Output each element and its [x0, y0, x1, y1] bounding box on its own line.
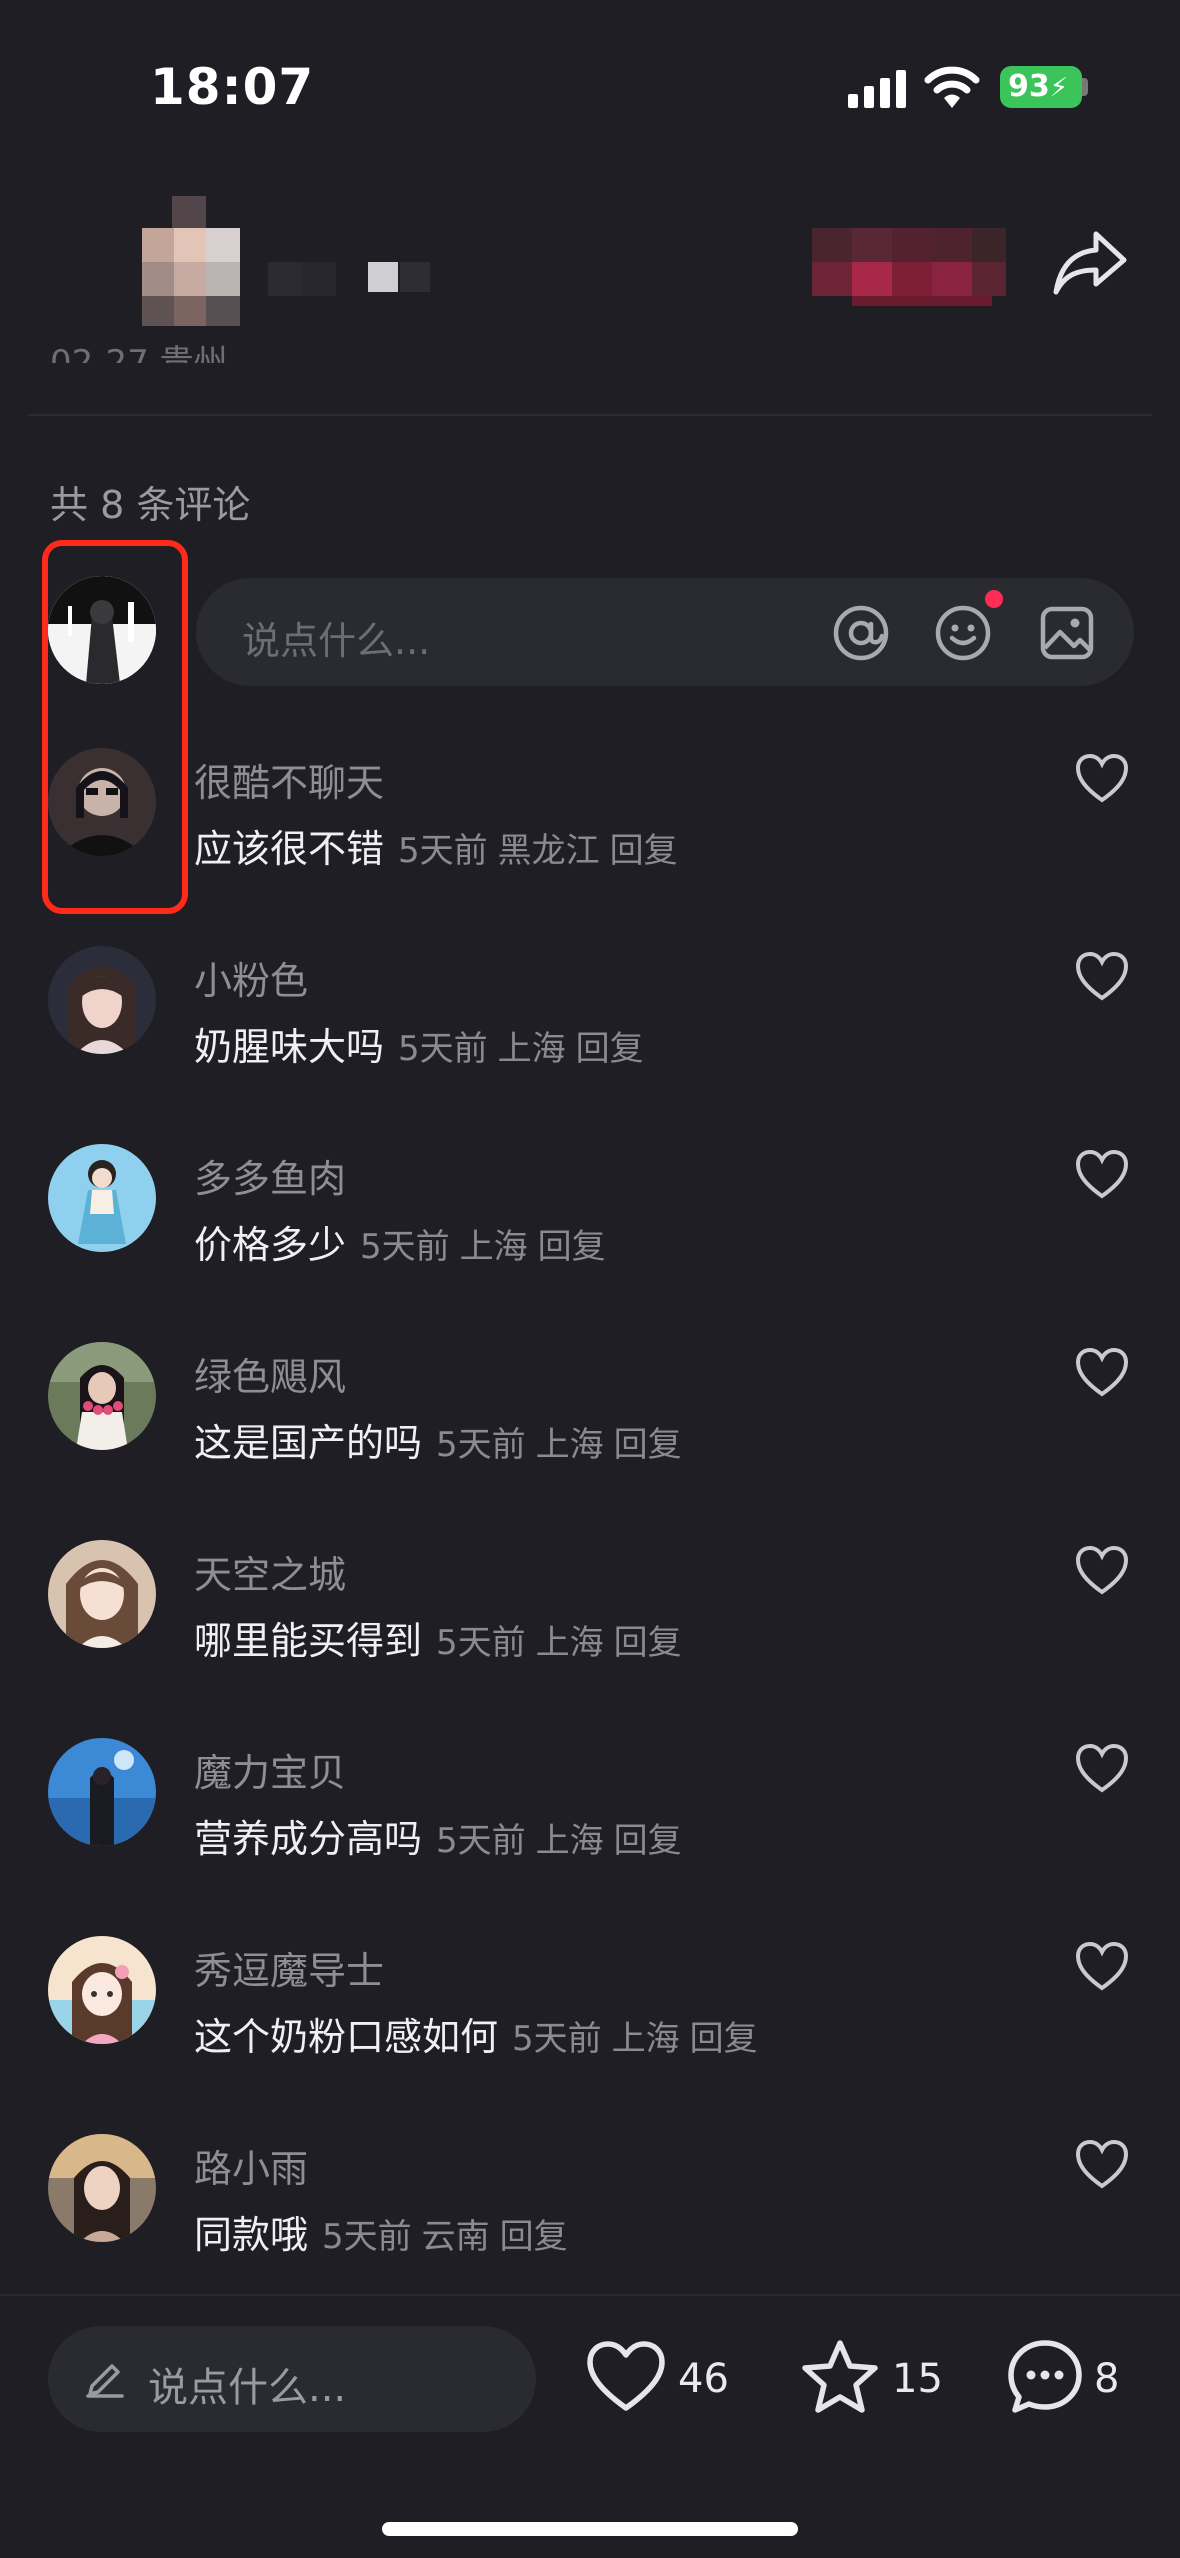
battery-level: 93	[1008, 69, 1050, 104]
comment-text: 哪里能买得到	[194, 1619, 423, 1663]
commenter-name[interactable]: 很酷不聊天	[194, 752, 384, 807]
comment-location: 上海	[535, 1425, 604, 1465]
comment-time: 5天前	[360, 1227, 450, 1267]
heart-icon[interactable]	[1074, 1148, 1130, 1200]
reply-button[interactable]: 回复	[614, 1425, 682, 1465]
emoji-notification-dot	[985, 590, 1003, 608]
comment-text: 价格多少	[194, 1223, 347, 1267]
comment-time: 5天前	[322, 2217, 412, 2257]
reply-button[interactable]: 回复	[614, 1623, 682, 1663]
heart-icon[interactable]	[1074, 1742, 1130, 1794]
commenter-name[interactable]: 小粉色	[194, 950, 308, 1005]
comment-text: 同款哦	[194, 2213, 309, 2257]
comment-body: 应该很不错 5天前 黑龙江 回复	[194, 818, 688, 873]
heart-icon[interactable]	[1074, 1544, 1130, 1596]
reply-button[interactable]: 回复	[690, 2019, 758, 2059]
star-icon[interactable]	[800, 2338, 880, 2416]
share-icon[interactable]	[1052, 228, 1128, 298]
comment-location: 上海	[535, 1623, 604, 1663]
heart-icon[interactable]	[1074, 950, 1130, 1002]
comment-text: 营养成分高吗	[194, 1817, 423, 1861]
comment-location: 黑龙江	[497, 831, 600, 871]
commenter-name[interactable]: 多多鱼肉	[194, 1148, 346, 1203]
commenter-name[interactable]: 绿色飓风	[194, 1346, 346, 1401]
bottom-input-placeholder: 说点什么...	[148, 2365, 347, 2411]
status-time: 18:07	[150, 58, 315, 116]
comment-body: 价格多少 5天前 上海 回复	[194, 1214, 616, 1269]
section-divider	[28, 414, 1152, 416]
comment-time: 5天前	[398, 1029, 488, 1069]
wifi-icon	[924, 66, 980, 108]
avatar-highlight-annotation	[42, 540, 188, 914]
commenter-avatar[interactable]	[48, 1342, 156, 1450]
comment-bubble-icon[interactable]	[1006, 2338, 1084, 2416]
battery-cap	[1082, 78, 1088, 96]
bottom-bar-divider	[0, 2294, 1180, 2296]
commenter-name[interactable]: 魔力宝贝	[194, 1742, 346, 1797]
heart-icon[interactable]	[1074, 1346, 1130, 1398]
comment-time: 5天前	[436, 1623, 526, 1663]
comment-text: 这个奶粉口感如何	[194, 2015, 499, 2059]
commenter-name[interactable]: 秀逗魔导士	[194, 1940, 384, 1995]
comment-location: 上海	[497, 1029, 566, 1069]
commenter-avatar[interactable]	[48, 946, 156, 1054]
image-icon[interactable]	[1038, 604, 1096, 662]
cellular-signal-icon	[848, 70, 906, 108]
comment-location: 上海	[535, 1821, 604, 1861]
reply-button[interactable]: 回复	[576, 1029, 644, 1069]
comment-text: 这是国产的吗	[194, 1421, 423, 1465]
at-icon[interactable]	[832, 604, 890, 662]
comment-count: 共 8 条评论	[50, 483, 251, 527]
comment-location: 上海	[611, 2019, 680, 2059]
pencil-icon	[86, 2364, 124, 2398]
reply-button[interactable]: 回复	[500, 2217, 568, 2257]
post-date-location: 02-27 贵州	[50, 343, 228, 375]
like-heart-icon[interactable]	[586, 2340, 666, 2414]
comment-body: 营养成分高吗 5天前 上海 回复	[194, 1808, 692, 1863]
commenter-avatar[interactable]	[48, 2134, 156, 2242]
comment-body: 奶腥味大吗 5天前 上海 回复	[194, 1016, 654, 1071]
comment-text: 奶腥味大吗	[194, 1025, 385, 1069]
comment-time: 5天前	[512, 2019, 602, 2059]
charging-icon: ⚡	[1049, 73, 1069, 103]
comment-body: 哪里能买得到 5天前 上海 回复	[194, 1610, 692, 1665]
commenter-avatar[interactable]	[48, 748, 156, 856]
commenter-avatar[interactable]	[48, 1936, 156, 2044]
like-count[interactable]: 46	[678, 2356, 729, 2402]
comment-count-bottom[interactable]: 8	[1094, 2356, 1119, 2402]
commenter-name[interactable]: 路小雨	[194, 2138, 308, 2193]
comment-time: 5天前	[436, 1425, 526, 1465]
commenter-avatar[interactable]	[48, 1144, 156, 1252]
commenter-name[interactable]: 天空之城	[194, 1544, 346, 1599]
heart-icon[interactable]	[1074, 1940, 1130, 1992]
comment-body: 这是国产的吗 5天前 上海 回复	[194, 1412, 692, 1467]
battery-indicator: 93⚡	[1000, 66, 1082, 108]
commenter-avatar[interactable]	[48, 1738, 156, 1846]
comment-time: 5天前	[398, 831, 488, 871]
reply-button[interactable]: 回复	[538, 1227, 606, 1267]
comment-body: 同款哦 5天前 云南 回复	[194, 2204, 578, 2259]
comment-text: 应该很不错	[194, 827, 385, 871]
comment-input-placeholder: 说点什么...	[242, 619, 431, 663]
comment-body: 这个奶粉口感如何 5天前 上海 回复	[194, 2006, 768, 2061]
comment-location: 上海	[459, 1227, 528, 1267]
comment-time: 5天前	[436, 1821, 526, 1861]
home-indicator[interactable]	[382, 2522, 798, 2536]
commenter-avatar[interactable]	[48, 1540, 156, 1648]
reply-button[interactable]: 回复	[614, 1821, 682, 1861]
comment-location: 云南	[421, 2217, 490, 2257]
reply-button[interactable]: 回复	[610, 831, 678, 871]
heart-icon[interactable]	[1074, 752, 1130, 804]
emoji-icon[interactable]	[934, 604, 992, 662]
heart-icon[interactable]	[1074, 2138, 1130, 2190]
favorite-count[interactable]: 15	[892, 2356, 943, 2402]
